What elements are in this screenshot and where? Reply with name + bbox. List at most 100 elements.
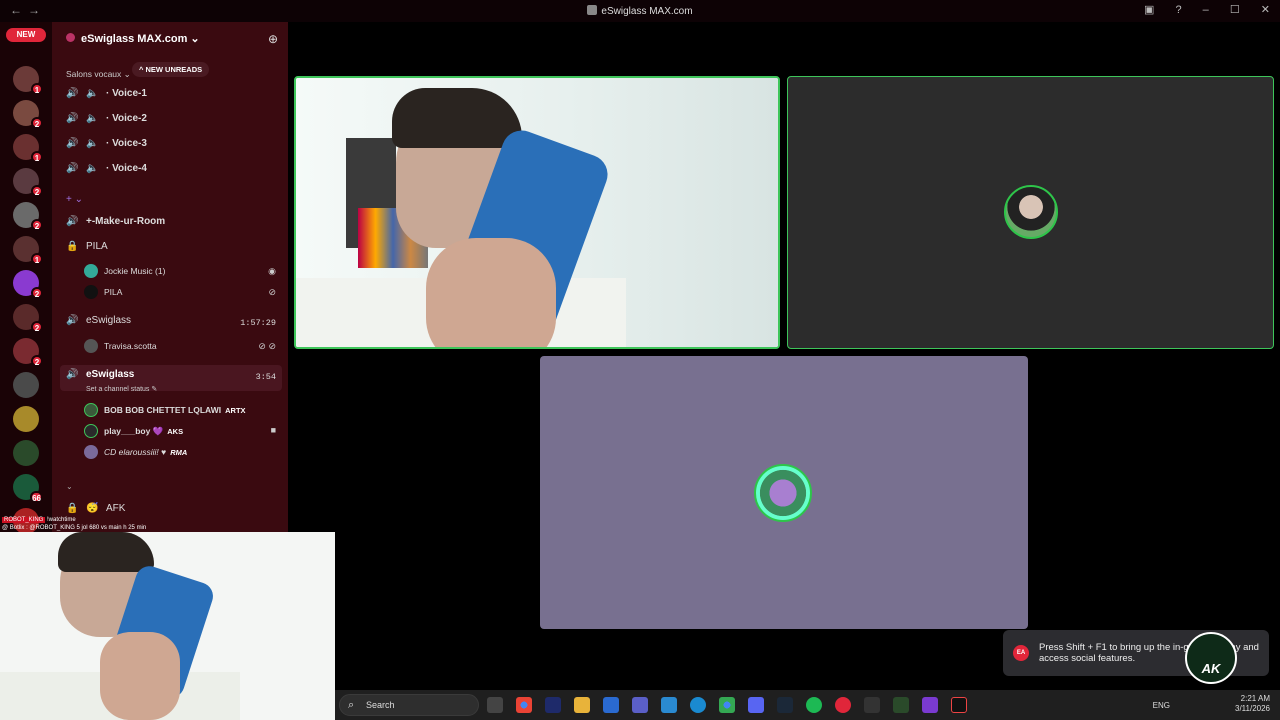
window-controls: ▣ ? – ☐ ✕ bbox=[1126, 3, 1270, 16]
app-icon[interactable] bbox=[893, 697, 909, 713]
voice-user[interactable]: play___boy 💜 AKS bbox=[84, 424, 183, 438]
chat-overlay: ROBOT_KING !watchtime @ Botlix : @ROBOT_… bbox=[2, 517, 147, 531]
premiere-icon[interactable] bbox=[545, 697, 561, 713]
channel-make-room[interactable]: 🔊 +-Make-ur-Room bbox=[66, 216, 165, 227]
help-icon[interactable]: ? bbox=[1175, 4, 1181, 16]
inbox-icon[interactable]: ▣ bbox=[1144, 3, 1154, 16]
search-icon: ⌕ bbox=[348, 699, 355, 711]
voice-user[interactable]: Travisa.scotta bbox=[84, 339, 157, 353]
server-icon[interactable] bbox=[13, 440, 39, 466]
steam-icon[interactable] bbox=[777, 697, 793, 713]
server-icon[interactable]: 2 bbox=[13, 304, 43, 333]
channel-voice-1[interactable]: 🔊 🔈 · Voice-1 bbox=[66, 88, 147, 99]
voice-user[interactable]: Jockie Music (1) bbox=[84, 264, 165, 278]
server-icon[interactable]: 1 bbox=[13, 134, 43, 163]
language-indicator[interactable]: ENG bbox=[1153, 701, 1170, 710]
opera-icon[interactable] bbox=[835, 697, 851, 713]
store-icon[interactable] bbox=[603, 697, 619, 713]
speaker-icon: 🔊 bbox=[66, 315, 79, 326]
guild-icon bbox=[66, 33, 75, 42]
minimize-button[interactable]: – bbox=[1203, 4, 1209, 16]
new-unreads-pill[interactable]: ^ NEW UNREADS bbox=[132, 62, 210, 77]
server-icon[interactable]: 66 bbox=[13, 474, 43, 503]
speaker-icon: 🔈 bbox=[86, 138, 99, 149]
server-icon[interactable]: 1 bbox=[13, 236, 43, 265]
webcam-overlay bbox=[0, 532, 335, 720]
muted-icon: ⊘ ⊘ bbox=[258, 341, 276, 351]
app-icon[interactable] bbox=[864, 697, 880, 713]
speaker-icon: 🔈 bbox=[86, 88, 99, 99]
video-icon: ■ bbox=[270, 425, 276, 435]
server-icon[interactable]: 2 bbox=[13, 168, 43, 197]
channel-status[interactable]: Set a channel status ✎ bbox=[86, 385, 157, 393]
new-badge[interactable]: NEW bbox=[6, 28, 46, 42]
clock[interactable]: 2:21 AM 3/11/2026 bbox=[1235, 694, 1270, 714]
channel-pila[interactable]: 🔒 PILA bbox=[66, 241, 108, 252]
server-icon[interactable]: 2 bbox=[13, 202, 43, 231]
stream-icon: ◉ bbox=[268, 266, 276, 276]
discord-icon[interactable] bbox=[748, 697, 764, 713]
voice-user[interactable]: PILA bbox=[84, 285, 122, 299]
speaker-icon: 🔊 bbox=[66, 138, 79, 149]
close-button[interactable]: ✕ bbox=[1261, 3, 1270, 16]
app-icon[interactable] bbox=[922, 697, 938, 713]
channel-sidebar: eSwiglass MAX.com ⌄ ⊕ Salons vocaux ⌄ ^ … bbox=[52, 22, 288, 532]
speaker-icon: 🔊 bbox=[66, 163, 79, 174]
title-bar: ←→ eSwiglass MAX.com ▣ ? – ☐ ✕ bbox=[0, 0, 1280, 22]
channel-voice-2[interactable]: 🔊 🔈 · Voice-2 bbox=[66, 113, 147, 124]
avatar bbox=[84, 285, 98, 299]
system-tray: ENG 2:21 AM 3/11/2026 bbox=[1153, 694, 1270, 714]
server-icon[interactable] bbox=[13, 372, 39, 398]
video-tile-camera[interactable] bbox=[294, 76, 780, 349]
webcam-hand bbox=[100, 632, 180, 720]
deafened-icon: ⊘ bbox=[268, 287, 276, 297]
app-icon[interactable] bbox=[951, 697, 967, 713]
collapse-icon[interactable]: ⌄ bbox=[66, 482, 73, 491]
spotify-icon[interactable] bbox=[806, 697, 822, 713]
emoji-icon: 😴 bbox=[86, 503, 99, 514]
file-explorer-icon[interactable] bbox=[574, 697, 590, 713]
voice-user[interactable]: CD elaroussiii! ♥ RMA bbox=[84, 445, 187, 459]
avatar bbox=[84, 424, 98, 438]
teams-icon[interactable] bbox=[632, 697, 648, 713]
user-avatar bbox=[754, 464, 812, 522]
taskbar: ⌕ Search ENG 2:21 AM 3/11/2026 bbox=[335, 690, 1280, 720]
avatar bbox=[84, 339, 98, 353]
speaker-icon: 🔈 bbox=[86, 113, 99, 124]
speaker-icon: 🔈 bbox=[86, 163, 99, 174]
hand bbox=[426, 238, 556, 347]
video-tile-avatar[interactable] bbox=[787, 76, 1274, 349]
ea-icon: EA bbox=[1013, 645, 1029, 661]
speaker-icon: 🔊 bbox=[66, 216, 79, 227]
discord-icon bbox=[587, 5, 598, 15]
server-icon[interactable] bbox=[13, 406, 39, 432]
invite-icon[interactable]: ⊕ bbox=[268, 32, 278, 46]
lock-icon: 🔒 bbox=[66, 503, 79, 514]
chrome-icon[interactable] bbox=[719, 697, 735, 713]
voice-user[interactable]: BOB BOB CHETTET LQLAWI ARTX bbox=[84, 403, 246, 417]
maximize-button[interactable]: ☐ bbox=[1230, 3, 1240, 16]
channel-afk[interactable]: 🔒 😴 AFK bbox=[66, 503, 125, 514]
webcam-hair bbox=[58, 532, 154, 572]
outlook-icon[interactable] bbox=[661, 697, 677, 713]
server-icon[interactable]: 1 bbox=[13, 66, 43, 95]
channel-voice-3[interactable]: 🔊 🔈 · Voice-3 bbox=[66, 138, 147, 149]
create-channel-icon[interactable]: + ⌄ bbox=[66, 194, 83, 205]
lock-icon: 🔒 bbox=[66, 241, 79, 252]
video-tile-avatar[interactable] bbox=[540, 356, 1028, 629]
category-label[interactable]: Salons vocaux ⌄ bbox=[66, 69, 131, 80]
avatar bbox=[84, 445, 98, 459]
server-icon[interactable]: 2 bbox=[13, 100, 43, 129]
edge-icon[interactable] bbox=[690, 697, 706, 713]
channel-eswiglass-2[interactable]: 🔊 eSwiglass bbox=[66, 369, 134, 380]
search-input[interactable]: ⌕ Search bbox=[339, 694, 479, 716]
channel-eswiglass-1[interactable]: 🔊 eSwiglass bbox=[66, 315, 131, 326]
avatar bbox=[84, 403, 98, 417]
server-icon[interactable]: 2 bbox=[13, 270, 43, 299]
speaker-icon: 🔊 bbox=[66, 88, 79, 99]
server-icon[interactable]: 2 bbox=[13, 338, 43, 367]
channel-voice-4[interactable]: 🔊 🔈 · Voice-4 bbox=[66, 163, 147, 174]
chrome-icon[interactable] bbox=[516, 697, 532, 713]
task-view-icon[interactable] bbox=[487, 697, 503, 713]
guild-header[interactable]: eSwiglass MAX.com ⌄ bbox=[66, 32, 200, 45]
